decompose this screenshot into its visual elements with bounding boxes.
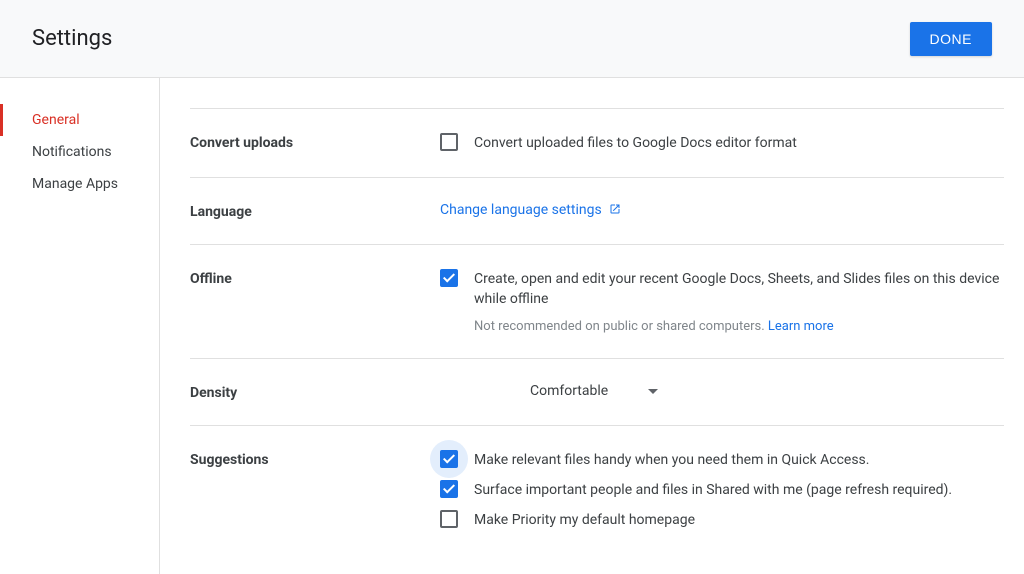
section-content: Comfortable <box>440 383 1004 401</box>
offline-hint: Not recommended on public or shared comp… <box>474 319 1004 334</box>
convert-uploads-checkbox[interactable] <box>440 133 458 151</box>
section-label: Offline <box>190 269 440 334</box>
section-label: Density <box>190 383 440 401</box>
density-select[interactable]: Comfortable <box>440 383 1004 399</box>
section-label: Suggestions <box>190 450 440 530</box>
suggestion-row-shared: Surface important people and files in Sh… <box>440 480 1004 500</box>
done-button[interactable]: DONE <box>910 22 992 56</box>
offline-checkbox[interactable] <box>440 269 458 287</box>
change-language-link[interactable]: Change language settings <box>440 202 621 218</box>
page-title: Settings <box>32 26 112 51</box>
sidebar-item-label: Notifications <box>32 144 112 160</box>
density-value: Comfortable <box>530 383 640 399</box>
section-offline: Offline Create, open and edit your recen… <box>190 245 1004 359</box>
sidebar-item-notifications[interactable]: Notifications <box>0 136 159 168</box>
suggestion-row-quick-access: Make relevant files handy when you need … <box>440 450 1004 470</box>
settings-content[interactable]: Convert uploads Convert uploaded files t… <box>160 78 1024 574</box>
suggestion-row-priority: Make Priority my default homepage <box>440 510 1004 530</box>
suggestion-priority-checkbox[interactable] <box>440 510 458 528</box>
suggestion-quick-access-checkbox[interactable] <box>440 450 458 468</box>
convert-uploads-label: Convert uploaded files to Google Docs ed… <box>474 133 797 153</box>
sidebar-item-general[interactable]: General <box>0 104 159 136</box>
settings-sidebar: General Notifications Manage Apps <box>0 78 160 574</box>
suggestion-label: Surface important people and files in Sh… <box>474 480 952 500</box>
body-area: General Notifications Manage Apps Conver… <box>0 78 1024 574</box>
convert-uploads-row: Convert uploaded files to Google Docs ed… <box>440 133 1004 153</box>
section-density: Density Comfortable <box>190 359 1004 426</box>
sidebar-item-label: General <box>32 112 80 128</box>
hint-text: Not recommended on public or shared comp… <box>474 319 768 334</box>
section-content: Make relevant files handy when you need … <box>440 450 1004 530</box>
section-content: Create, open and edit your recent Google… <box>440 269 1004 334</box>
suggestion-shared-checkbox[interactable] <box>440 480 458 498</box>
chevron-down-icon <box>648 389 658 394</box>
suggestion-label: Make Priority my default homepage <box>474 510 695 530</box>
sidebar-item-manage-apps[interactable]: Manage Apps <box>0 168 159 200</box>
suggestion-label: Make relevant files handy when you need … <box>474 450 869 470</box>
section-label: Language <box>190 202 440 220</box>
settings-header: Settings DONE <box>0 0 1024 78</box>
link-text: Change language settings <box>440 202 602 218</box>
section-convert-uploads: Convert uploads Convert uploaded files t… <box>190 109 1004 178</box>
offline-row: Create, open and edit your recent Google… <box>440 269 1004 309</box>
sidebar-item-label: Manage Apps <box>32 176 118 192</box>
offline-label: Create, open and edit your recent Google… <box>474 269 1004 309</box>
section-language: Language Change language settings <box>190 178 1004 245</box>
external-link-icon <box>609 203 621 215</box>
section-label: Convert uploads <box>190 133 440 153</box>
learn-more-link[interactable]: Learn more <box>768 319 834 334</box>
section-suggestions: Suggestions Make relevant files handy wh… <box>190 426 1004 554</box>
section-content: Convert uploaded files to Google Docs ed… <box>440 133 1004 153</box>
section-content: Change language settings <box>440 202 1004 220</box>
